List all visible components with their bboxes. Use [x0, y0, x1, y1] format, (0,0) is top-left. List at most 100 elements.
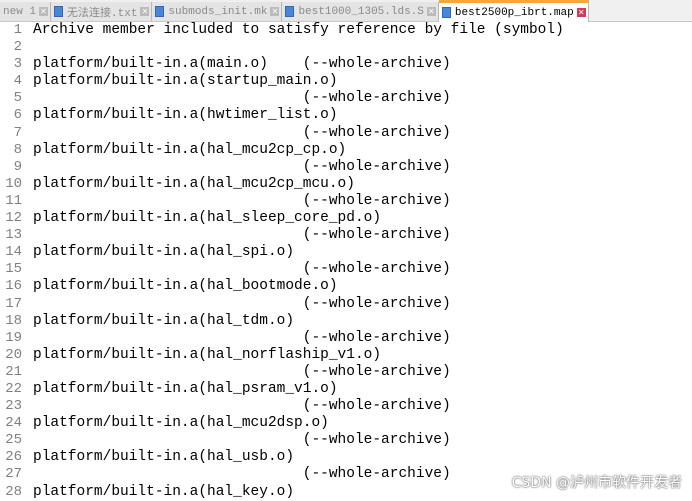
line-text: (--whole-archive)	[33, 124, 451, 141]
tab-label: 无法连接.txt	[67, 7, 138, 20]
file-icon	[155, 6, 165, 17]
tab-bar: new 1 ✕ 无法连接.txt ✕ submods_init.mk ✕ best1000_…	[0, 0, 692, 22]
code-line: 2	[0, 39, 692, 57]
close-icon[interactable]: ✕	[270, 7, 280, 16]
line-number: 22	[0, 380, 30, 399]
code-line: 25 (--whole-archive)	[0, 432, 692, 450]
close-icon[interactable]: ✕	[426, 7, 436, 16]
line-number: 23	[0, 398, 30, 416]
code-line: 22 platform/built-in.a(hal_psram_v1.o)	[0, 380, 692, 399]
line-number: 7	[0, 124, 30, 142]
code-line: 23 (--whole-archive)	[0, 398, 692, 416]
line-text: platform/built-in.a(hal_spi.o)	[33, 244, 295, 261]
line-number: 2	[0, 39, 30, 57]
line-number: 16	[0, 278, 30, 296]
code-line: 3 platform/built-in.a(main.o) (--whole-ar…	[0, 56, 692, 74]
code-line: 12 platform/built-in.a(hal_sleep_core_pd.…	[0, 210, 692, 228]
line-text: platform/built-in.a(hal_mcu2cp_cp.o)	[33, 141, 347, 158]
code-line: 19 (--whole-archive)	[0, 329, 692, 347]
tab-4[interactable]: best2500p_ibrt.map ✕	[438, 0, 589, 22]
file-icon	[285, 6, 295, 17]
line-text: Archive member included to satisfy refer…	[33, 22, 564, 38]
line-text: platform/built-in.a(hal_bootmode.o)	[33, 278, 338, 295]
line-number: 8	[0, 141, 30, 159]
line-number: 5	[0, 90, 30, 108]
line-text: (--whole-archive)	[33, 432, 451, 449]
close-icon[interactable]: ✕	[39, 7, 49, 16]
line-text: platform/built-in.a(hal_mcu2dsp.o)	[33, 415, 329, 432]
code-line: 8 platform/built-in.a(hal_mcu2cp_cp.o)	[0, 141, 692, 159]
line-number: 15	[0, 261, 30, 279]
line-number: 1	[0, 22, 30, 40]
line-text: platform/built-in.a(hwtimer_list.o)	[33, 107, 338, 124]
code-line: 5 (--whole-archive)	[0, 90, 692, 108]
file-icon	[54, 6, 64, 17]
close-icon[interactable]: ✕	[140, 7, 150, 16]
code-line: 1 Archive member included to satisfy refe…	[0, 22, 692, 40]
line-number: 17	[0, 295, 30, 313]
line-number: 21	[0, 363, 30, 381]
line-text	[30, 39, 33, 56]
line-text: platform/built-in.a(hal_psram_v1.o)	[33, 380, 338, 397]
line-text: (--whole-archive)	[33, 295, 451, 312]
line-number: 19	[0, 329, 30, 347]
code-line: 6 platform/built-in.a(hwtimer_list.o)	[0, 107, 692, 125]
code-line: 9 (--whole-archive)	[0, 158, 692, 176]
code-line: 14 platform/built-in.a(hal_spi.o)	[0, 244, 692, 262]
tab-3[interactable]: best1000_1305.lds.S ✕	[282, 2, 439, 21]
code-line: 15 (--whole-archive)	[0, 261, 692, 279]
line-text: (--whole-archive)	[33, 90, 451, 107]
tab-label: submods_init.mk	[168, 5, 268, 18]
tab-label: best2500p_ibrt.map	[454, 6, 574, 19]
line-number: 3	[0, 56, 30, 74]
line-number: 12	[0, 210, 30, 228]
line-text: platform/built-in.a(startup_main.o)	[33, 73, 338, 90]
line-number: 27	[0, 466, 30, 484]
code-line: 11 (--whole-archive)	[0, 192, 692, 211]
file-icon	[441, 7, 451, 18]
line-text: platform/built-in.a(hal_key.o)	[33, 483, 295, 500]
code-line: 7 (--whole-archive)	[0, 124, 692, 142]
line-number: 6	[0, 107, 30, 125]
line-number: 24	[0, 415, 30, 433]
code-line: 20 platform/built-in.a(hal_norflaship_v1.…	[0, 346, 692, 364]
tab-2[interactable]: submods_init.mk ✕	[152, 2, 283, 21]
line-text: (--whole-archive)	[33, 158, 451, 175]
line-text: platform/built-in.a(hal_norflaship_v1.o)	[33, 346, 382, 363]
line-text: (--whole-archive)	[33, 329, 451, 346]
line-number: 11	[0, 192, 30, 211]
code-line: 18 platform/built-in.a(hal_tdm.o)	[0, 312, 692, 330]
code-line: 10 platform/built-in.a(hal_mcu2cp_mcu.o)	[0, 175, 692, 193]
line-text: (--whole-archive)	[33, 363, 451, 380]
close-icon[interactable]: ✕	[576, 8, 586, 17]
code-line: 21 (--whole-archive)	[0, 363, 692, 381]
line-text: (--whole-archive)	[33, 261, 451, 278]
line-text: platform/built-in.a(hal_tdm.o)	[33, 312, 295, 329]
code-line: 26 platform/built-in.a(hal_usb.o)	[0, 449, 692, 467]
line-number: 4	[0, 73, 30, 91]
tab-label: new 1	[3, 5, 37, 18]
code-line: 17 (--whole-archive)	[0, 295, 692, 313]
line-text: platform/built-in.a(hal_usb.o)	[33, 449, 295, 466]
line-text: platform/built-in.a(hal_mcu2cp_mcu.o)	[33, 175, 355, 192]
line-text: (--whole-archive)	[33, 192, 451, 209]
line-text: platform/built-in.a(main.o) (--whole-arc…	[33, 56, 451, 73]
line-number: 25	[0, 432, 30, 450]
tab-label: best1000_1305.lds.S	[298, 5, 424, 18]
editor[interactable]: 1 Archive member included to satisfy refe…	[0, 22, 692, 501]
code-line: 24 platform/built-in.a(hal_mcu2dsp.o)	[0, 415, 692, 433]
code-line: 16 platform/built-in.a(hal_bootmode.o)	[0, 278, 692, 296]
line-text: (--whole-archive)	[33, 227, 451, 244]
line-number: 10	[0, 175, 30, 193]
tab-1[interactable]: 无法连接.txt ✕	[51, 2, 153, 21]
line-text: (--whole-archive)	[33, 398, 451, 415]
watermark: CSDN @泸州市软件开发者	[511, 475, 682, 491]
line-number: 13	[0, 227, 30, 245]
line-text: (--whole-archive)	[33, 466, 451, 483]
tab-0[interactable]: new 1 ✕	[0, 2, 52, 21]
line-number: 14	[0, 244, 30, 262]
line-number: 20	[0, 346, 30, 364]
line-number: 28	[0, 483, 30, 501]
code-line: 4 platform/built-in.a(startup_main.o)	[0, 73, 692, 91]
line-number: 18	[0, 312, 30, 330]
